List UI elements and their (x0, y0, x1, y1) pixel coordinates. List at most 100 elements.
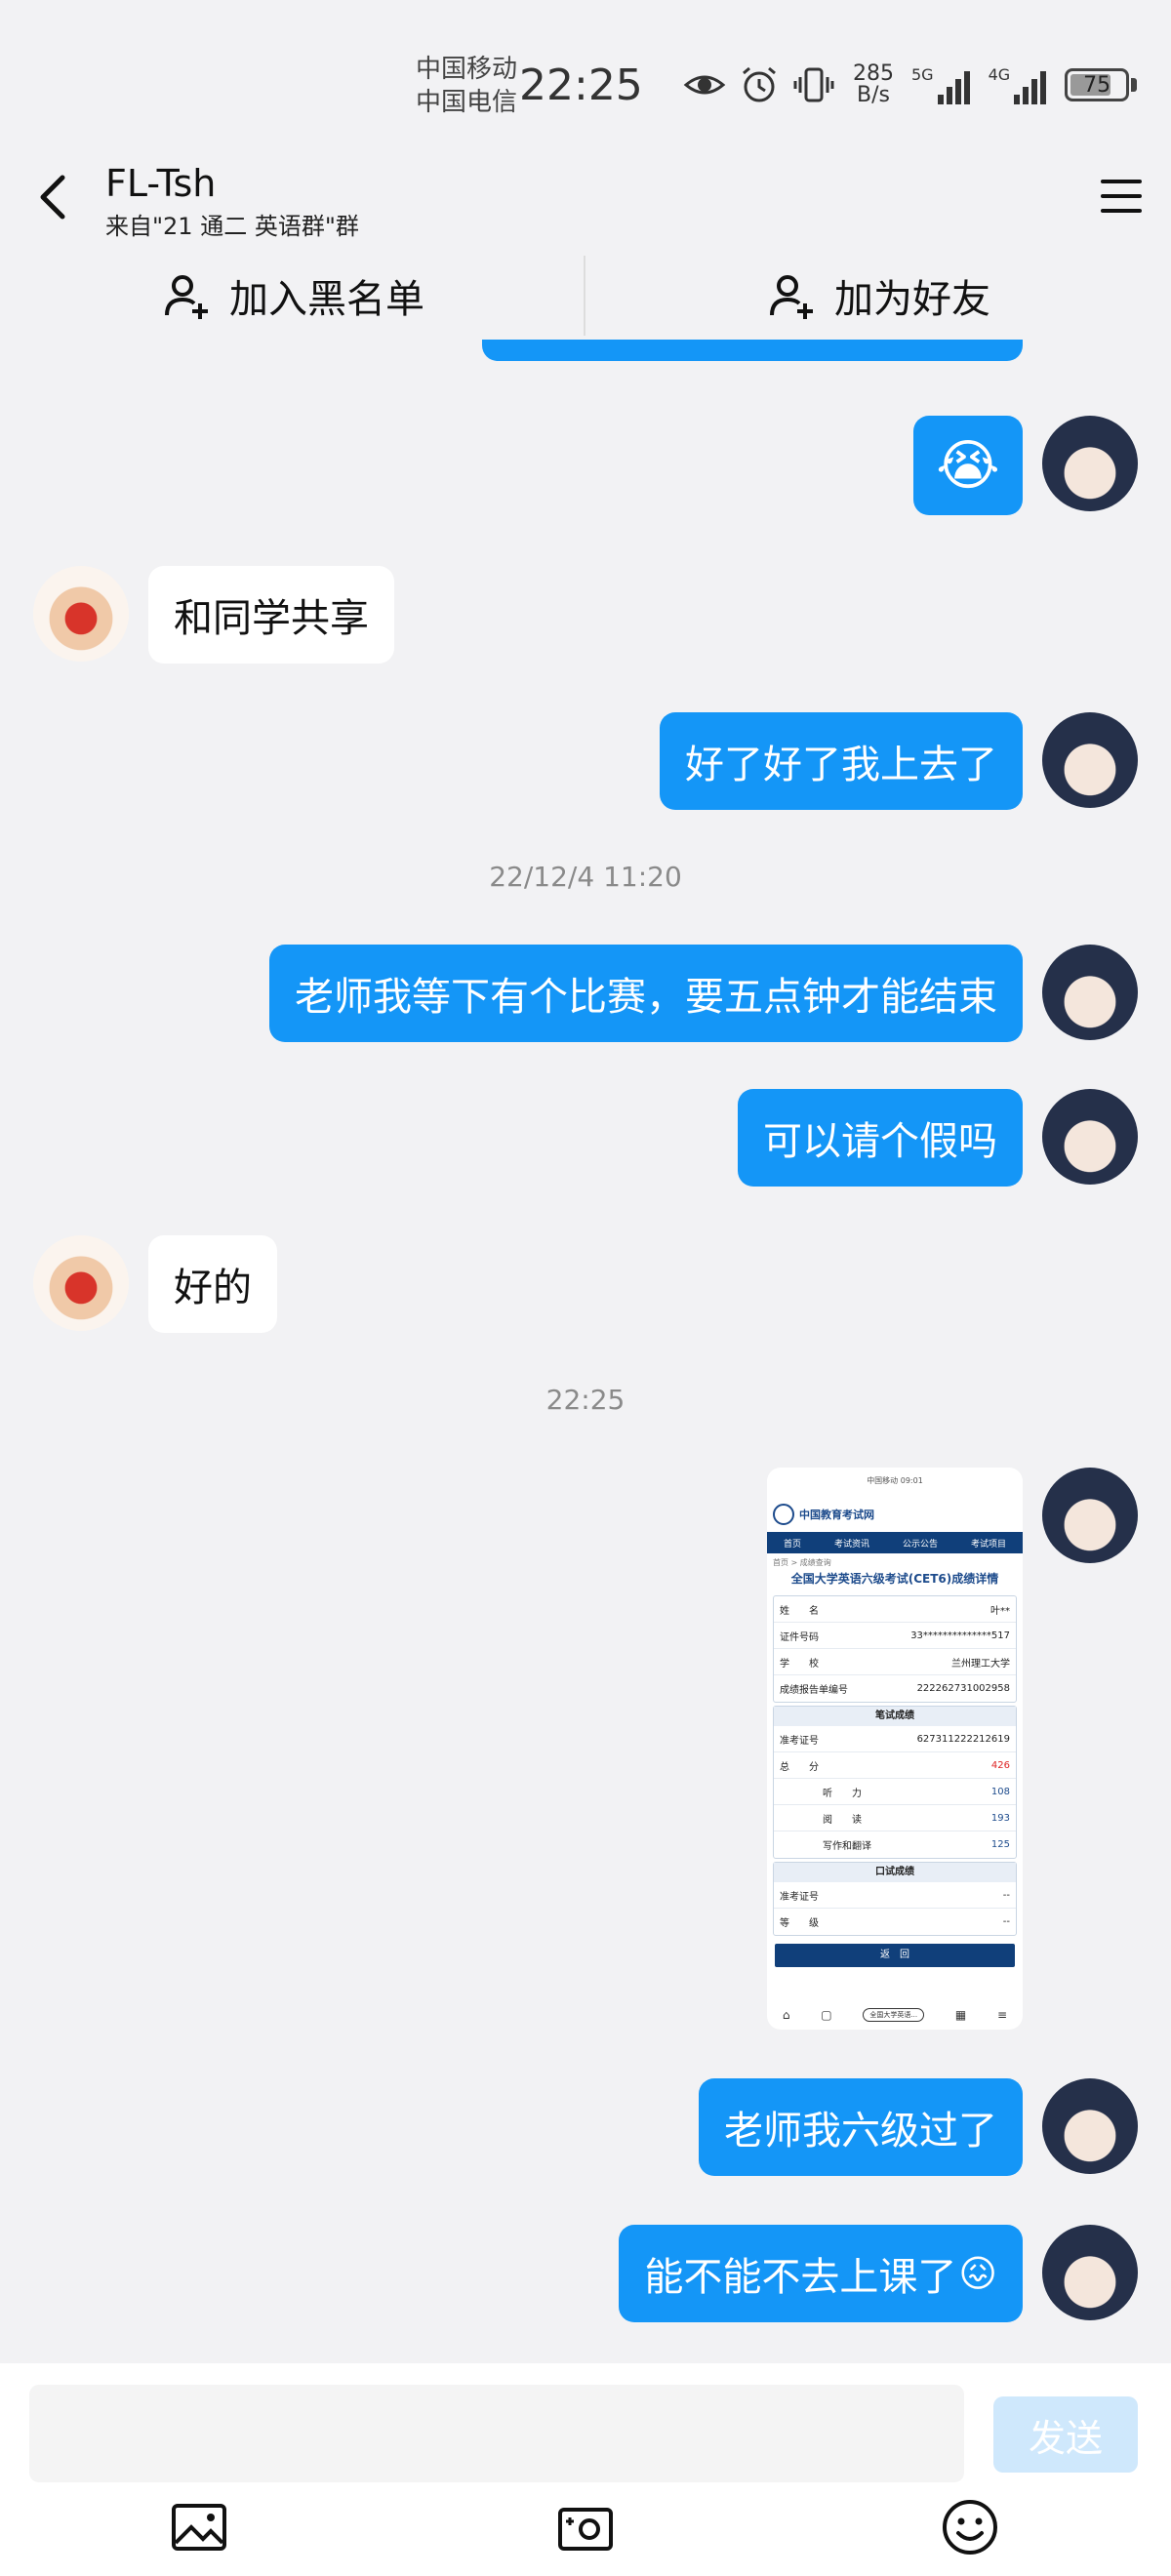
image-row: 写作和翻译 125 (774, 1831, 1016, 1858)
image-brand-name: 中国教育考试网 (799, 1509, 874, 1521)
image-total-score: 426 (990, 1759, 1010, 1771)
image-row-value: 33**************517 (910, 1630, 1010, 1641)
add-to-blacklist-button[interactable]: 加入黑名单 (0, 252, 586, 340)
image-row-value: 兰州理工大学 (951, 1658, 1010, 1670)
tabs-icon: ▢ (821, 2008, 832, 2022)
signal-5g-icon: 5G (911, 65, 977, 104)
vibrate-icon (793, 67, 834, 102)
image-nav-item: 考试资讯 (833, 1539, 869, 1550)
image-row-value: 193 (990, 1812, 1010, 1824)
image-written-box: 笔试成绩 准考证号 627311222212619 总 分 426 听 力 108 阅… (773, 1706, 1017, 1859)
image-phone-status: 中国移动 09:01 (867, 1476, 923, 1485)
image-nav-item: 首页 (783, 1539, 801, 1550)
image-row: 学 校 兰州理工大学 (774, 1649, 1016, 1675)
image-row-value: 叶** (990, 1605, 1010, 1617)
add-to-blacklist-label: 加入黑名单 (229, 277, 424, 322)
image-row: 准考证号 627311222212619 (774, 1726, 1016, 1752)
menu-icon[interactable] (1099, 174, 1144, 219)
image-row-value: 125 (990, 1839, 1010, 1850)
my-avatar[interactable] (1042, 1468, 1138, 1563)
image-row-value: 627311222212619 (916, 1733, 1010, 1745)
timestamp: 22/12/4 11:20 (489, 861, 682, 893)
image-row: 准考证号 -- (774, 1882, 1016, 1909)
image-row-label: 总 分 (780, 1761, 819, 1773)
emoji-icon[interactable] (939, 2496, 1001, 2558)
image-row-value: -- (1002, 1889, 1010, 1901)
image-nav-item: 公示公告 (902, 1539, 938, 1550)
image-oral-title: 口试成绩 (774, 1863, 1016, 1882)
message-bubble[interactable]: 老师我六级过了 (699, 2078, 1023, 2176)
message-bubble[interactable]: 好了好了我上去了 (660, 712, 1023, 810)
image-info-box: 姓 名 叶** 证件号码 33**************517 学 校 兰州理工大学… (773, 1595, 1017, 1703)
image-site-header: 中国教育考试网 (767, 1497, 1023, 1532)
battery-icon: 75 (1065, 68, 1130, 101)
image-row: 听 力 108 (774, 1779, 1016, 1805)
my-avatar[interactable] (1042, 2225, 1138, 2320)
message-bubble[interactable]: 可以请个假吗 (738, 1089, 1023, 1187)
image-nav-item: 考试项目 (970, 1539, 1006, 1550)
embarrassed-emoji-icon: 😖 (958, 2252, 997, 2295)
net-speed-unit: B/s (857, 83, 890, 107)
camera-icon[interactable] (554, 2496, 617, 2558)
message-bubble-emoji[interactable]: 😭 (913, 416, 1023, 515)
image-message-cet6-score[interactable]: 中国移动 09:01 中国教育考试网 首页 考试资讯 公示公告 考试项目 首页 … (767, 1468, 1023, 2030)
image-row: 姓 名 叶** (774, 1596, 1016, 1623)
image-row: 等 级 -- (774, 1909, 1016, 1935)
crying-emoji-icon: 😭 (936, 433, 1000, 498)
add-friend-button[interactable]: 加为好友 (586, 252, 1171, 340)
image-row-label: 等 级 (780, 1918, 819, 1929)
my-avatar[interactable] (1042, 1089, 1138, 1185)
eye-icon (683, 75, 726, 95)
carrier-1: 中国移动 (416, 55, 518, 84)
add-friend-label: 加为好友 (834, 277, 990, 322)
send-button[interactable]: 发送 (993, 2396, 1138, 2473)
image-written-title: 笔试成绩 (774, 1707, 1016, 1726)
image-row: 成绩报告单编号 222262731002958 (774, 1675, 1016, 1702)
image-row-label: 学 校 (780, 1658, 819, 1670)
image-row-value: 222262731002958 (916, 1683, 1010, 1694)
signal-5g-label: 5G (911, 65, 934, 84)
contact-avatar[interactable] (33, 566, 129, 662)
status-time: 22:25 (519, 60, 643, 110)
chat-title: FL-Tsh (105, 162, 217, 205)
user-add-icon (770, 275, 813, 319)
my-avatar[interactable] (1042, 416, 1138, 511)
my-avatar[interactable] (1042, 712, 1138, 808)
home-icon: ⌂ (782, 2008, 790, 2022)
alarm-icon (743, 66, 776, 102)
message-bubble[interactable]: 老师我等下有个比赛，要五点钟才能结束 (269, 945, 1023, 1042)
chat-area[interactable]: 😭 和同学共享 好了好了我上去了 22/12/4 11:20 老师我等下有个比赛… (0, 340, 1171, 2363)
image-return-button: 返 回 (775, 1944, 1015, 1967)
my-avatar[interactable] (1042, 945, 1138, 1040)
battery-level: 75 (1083, 72, 1111, 98)
stranger-action-bar: 加入黑名单 加为好友 (0, 252, 1171, 340)
image-url-label: 全国大学英语... (863, 2008, 925, 2022)
image-heading: 全国大学英语六级考试(CET6)成绩详情 (790, 1572, 999, 1586)
image-row-value: -- (1002, 1916, 1010, 1927)
image-row-label: 听 力 (823, 1788, 862, 1799)
user-add-icon (165, 275, 208, 319)
image-row-label: 写作和翻译 (823, 1841, 871, 1852)
image-row: 总 分 426 (774, 1752, 1016, 1779)
contact-avatar[interactable] (33, 1235, 129, 1331)
image-row-label: 准考证号 (780, 1735, 819, 1747)
input-bar: 发送 (0, 2363, 1171, 2576)
message-bubble[interactable]: 好的 (148, 1235, 277, 1333)
battery-tip (1131, 78, 1138, 92)
message-bubble[interactable]: 能不能不去上课了 😖 (619, 2225, 1023, 2322)
message-bubble-partial[interactable] (482, 340, 1023, 361)
image-picker-icon[interactable] (168, 2496, 230, 2558)
image-browser-bar: ⌂ ▢ 全国大学英语... ▦ ≡ (767, 2000, 1023, 2030)
message-input[interactable] (29, 2385, 964, 2482)
grid-icon: ▦ (954, 2008, 967, 2022)
net-speed-value: 285 (853, 61, 894, 86)
message-bubble[interactable]: 和同学共享 (148, 566, 394, 664)
image-row-label: 阅 读 (823, 1814, 862, 1826)
signal-4g-icon: 4G (989, 65, 1054, 104)
carrier-2: 中国电信 (416, 88, 518, 117)
image-row-label: 成绩报告单编号 (780, 1685, 848, 1696)
back-arrow-icon[interactable] (29, 168, 78, 226)
message-text: 能不能不去上课了 (644, 2255, 957, 2300)
my-avatar[interactable] (1042, 2078, 1138, 2174)
chat-subtitle: 来自"21 通二 英语群"群 (105, 213, 359, 240)
